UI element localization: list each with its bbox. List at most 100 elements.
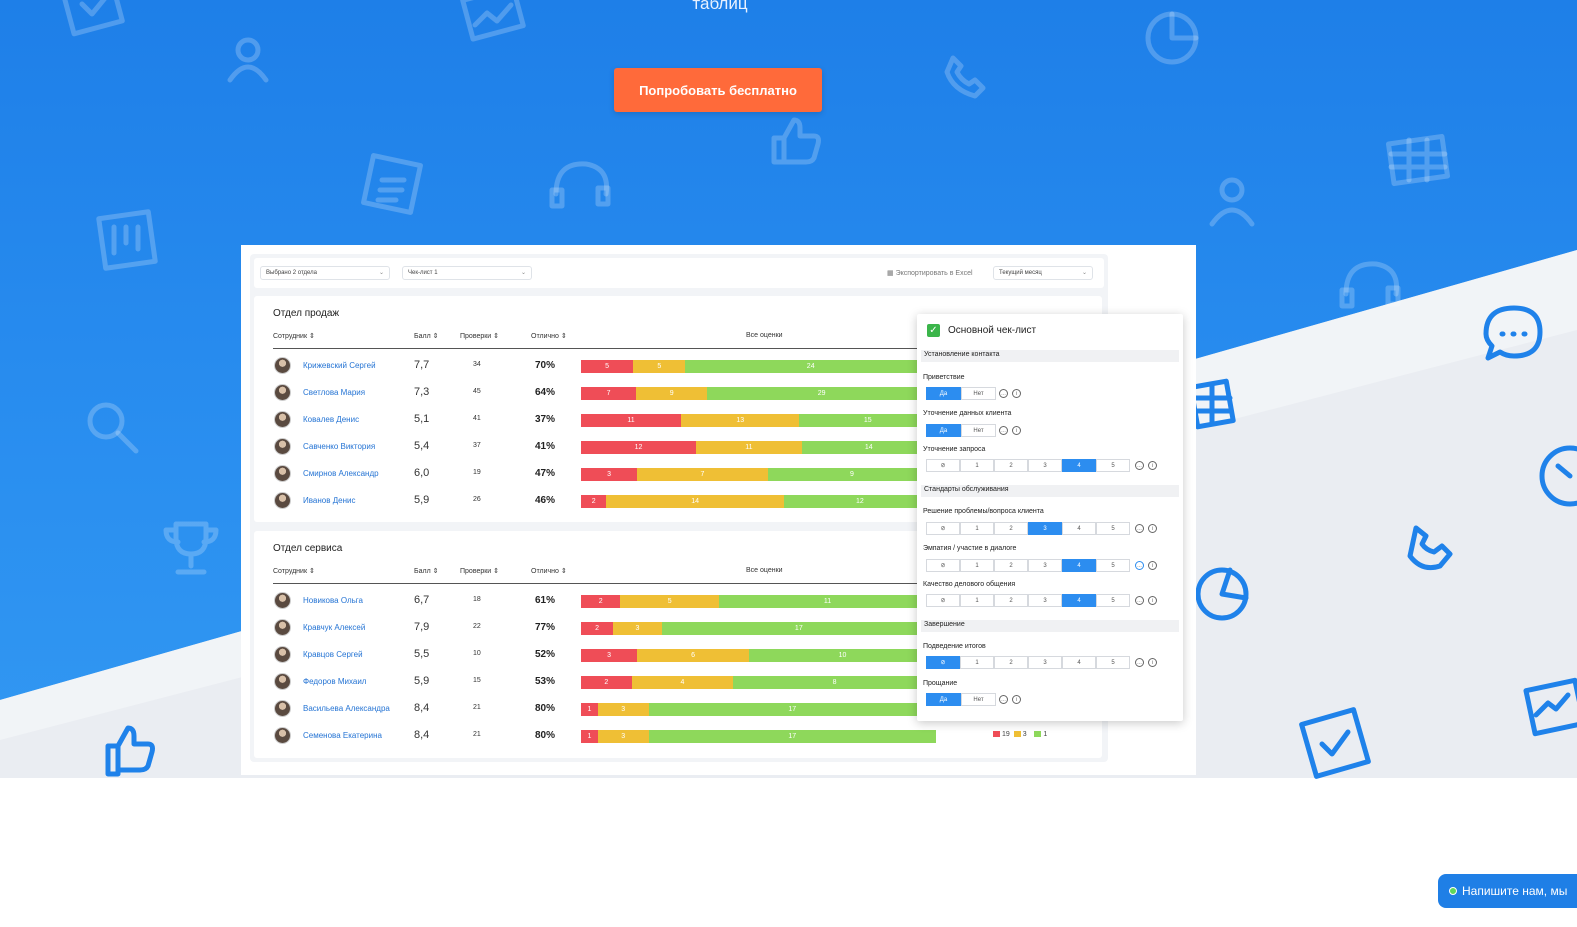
red-flag-icon (993, 731, 1000, 738)
scale-option[interactable]: 1 (960, 459, 994, 472)
score-value: 5,1 (414, 413, 430, 425)
checks-value: 41 (473, 415, 481, 422)
scale-option[interactable]: 1 (960, 594, 994, 607)
scale-option[interactable]: 1 (960, 522, 994, 535)
employee-name-link[interactable]: Крижевский Сергей (303, 361, 376, 370)
not-applicable-icon[interactable]: ⊘ (926, 594, 960, 607)
comment-icon[interactable]: … (1135, 461, 1144, 470)
info-icon[interactable]: i (1148, 658, 1157, 667)
scale-option[interactable]: 5 (1096, 459, 1130, 472)
excellent-percent: 64% (535, 387, 556, 398)
scale-option[interactable]: 1 (960, 559, 994, 572)
good-count-segment: 10 (749, 649, 936, 662)
info-icon[interactable]: i (1148, 561, 1157, 570)
sort-checks[interactable]: Проверки ⇕ (460, 567, 499, 575)
sort-score[interactable]: Балл ⇕ (414, 567, 438, 575)
checklist-select[interactable]: Чек-лист 1 ⌄ (402, 266, 532, 280)
employee-name-link[interactable]: Васильева Александра (303, 704, 390, 713)
sort-score[interactable]: Балл ⇕ (414, 332, 438, 340)
scale-option[interactable]: 5 (1096, 559, 1130, 572)
try-free-button[interactable]: Попробовать бесплатно (614, 68, 822, 112)
comment-icon[interactable]: … (999, 426, 1008, 435)
employee-name-link[interactable]: Кравчук Алексей (303, 623, 365, 632)
sort-excellent[interactable]: Отлично ⇕ (531, 567, 567, 575)
scale-option[interactable]: 2 (994, 459, 1028, 472)
comment-icon[interactable]: … (999, 695, 1008, 704)
departments-select[interactable]: Выбрано 2 отдела ⌄ (260, 266, 390, 280)
scale-option[interactable]: 4 (1062, 559, 1096, 572)
scale-option[interactable]: 2 (994, 656, 1028, 669)
export-excel-button[interactable]: ▦ Экспортировать в Excel (887, 269, 973, 277)
chevron-down-icon: ⌄ (520, 270, 526, 276)
greeting-yes-no: Да Нет (926, 387, 996, 400)
info-icon[interactable]: i (1148, 596, 1157, 605)
scale-option[interactable]: 4 (1062, 459, 1096, 472)
chat-widget-button[interactable]: Напишите нам, мы (1438, 874, 1577, 908)
comment-icon[interactable]: … (1135, 658, 1144, 667)
not-applicable-icon[interactable]: ⊘ (926, 459, 960, 472)
employee-name-link[interactable]: Иванов Денис (303, 496, 355, 505)
table-icon-2 (1190, 378, 1236, 430)
checks-value: 37 (473, 442, 481, 449)
problem-scale: ⊘ 1 2 3 4 5 (926, 522, 1130, 535)
not-applicable-icon[interactable]: ⊘ (926, 559, 960, 572)
info-icon[interactable]: i (1148, 524, 1157, 533)
comment-icon[interactable]: … (999, 389, 1008, 398)
info-icon[interactable]: i (1012, 695, 1021, 704)
chart-icon (460, 0, 526, 42)
not-applicable-icon[interactable]: ⊘ (926, 522, 960, 535)
employee-name-link[interactable]: Семенова Екатерина (303, 731, 382, 740)
chat-bubble-icon (1483, 305, 1543, 361)
employee-name-link[interactable]: Новикова Ольга (303, 596, 363, 605)
scale-option[interactable]: 4 (1062, 594, 1096, 607)
sort-checks[interactable]: Проверки ⇕ (460, 332, 499, 340)
no-button[interactable]: Нет (961, 387, 996, 400)
employee-name-link[interactable]: Смирнов Александр (303, 469, 379, 478)
sort-icon: ⇕ (430, 568, 439, 575)
scale-option[interactable]: 2 (994, 594, 1028, 607)
yes-button[interactable]: Да (926, 424, 961, 437)
scale-option[interactable]: 3 (1028, 459, 1062, 472)
medium-count-segment: 6 (637, 649, 750, 662)
scale-option[interactable]: 3 (1028, 559, 1062, 572)
scale-option[interactable]: 4 (1062, 656, 1096, 669)
scale-option[interactable]: 5 (1096, 656, 1130, 669)
comment-icon[interactable]: … (1135, 524, 1144, 533)
users-icon (1209, 177, 1255, 227)
yes-button[interactable]: Да (926, 387, 961, 400)
employee-name-link[interactable]: Федоров Михаил (303, 677, 366, 686)
sort-employee[interactable]: Сотрудник ⇕ (273, 332, 315, 340)
yes-button[interactable]: Да (926, 693, 961, 706)
item-client-data-label: Уточнение данных клиента (923, 410, 1012, 417)
employee-name-link[interactable]: Светлова Мария (303, 388, 365, 397)
grades-bar: 7 9 29 (581, 387, 936, 400)
comment-icon[interactable]: … (1135, 596, 1144, 605)
checklist-title: Основной чек-лист (948, 325, 1037, 336)
employee-name-link[interactable]: Савченко Виктория (303, 442, 375, 451)
sort-excellent[interactable]: Отлично ⇕ (531, 332, 567, 340)
avatar (274, 384, 291, 401)
no-button[interactable]: Нет (961, 424, 996, 437)
scale-option[interactable]: 5 (1096, 594, 1130, 607)
period-select[interactable]: Текущий месяц ⌄ (993, 266, 1093, 280)
scale-option[interactable]: 1 (960, 656, 994, 669)
info-icon[interactable]: i (1012, 389, 1021, 398)
no-button[interactable]: Нет (961, 693, 996, 706)
not-applicable-icon[interactable]: ⊘ (926, 656, 960, 669)
scale-option[interactable]: 3 (1028, 656, 1062, 669)
section-contact: Установление контакта (921, 350, 1179, 362)
comment-icon[interactable]: … (1135, 561, 1144, 570)
employee-name-link[interactable]: Кравцов Сергей (303, 650, 363, 659)
period-select-value: Текущий месяц (999, 270, 1042, 276)
scale-option[interactable]: 5 (1096, 522, 1130, 535)
scale-option[interactable]: 2 (994, 522, 1028, 535)
info-icon[interactable]: i (1148, 461, 1157, 470)
scale-option[interactable]: 3 (1028, 594, 1062, 607)
scale-option[interactable]: 2 (994, 559, 1028, 572)
scale-option[interactable]: 4 (1062, 522, 1096, 535)
info-icon[interactable]: i (1012, 426, 1021, 435)
item-empathy-label: Эмпатия / участие в диалоге (923, 545, 1017, 552)
scale-option[interactable]: 3 (1028, 522, 1062, 535)
sort-employee[interactable]: Сотрудник ⇕ (273, 567, 315, 575)
employee-name-link[interactable]: Ковалев Денис (303, 415, 359, 424)
